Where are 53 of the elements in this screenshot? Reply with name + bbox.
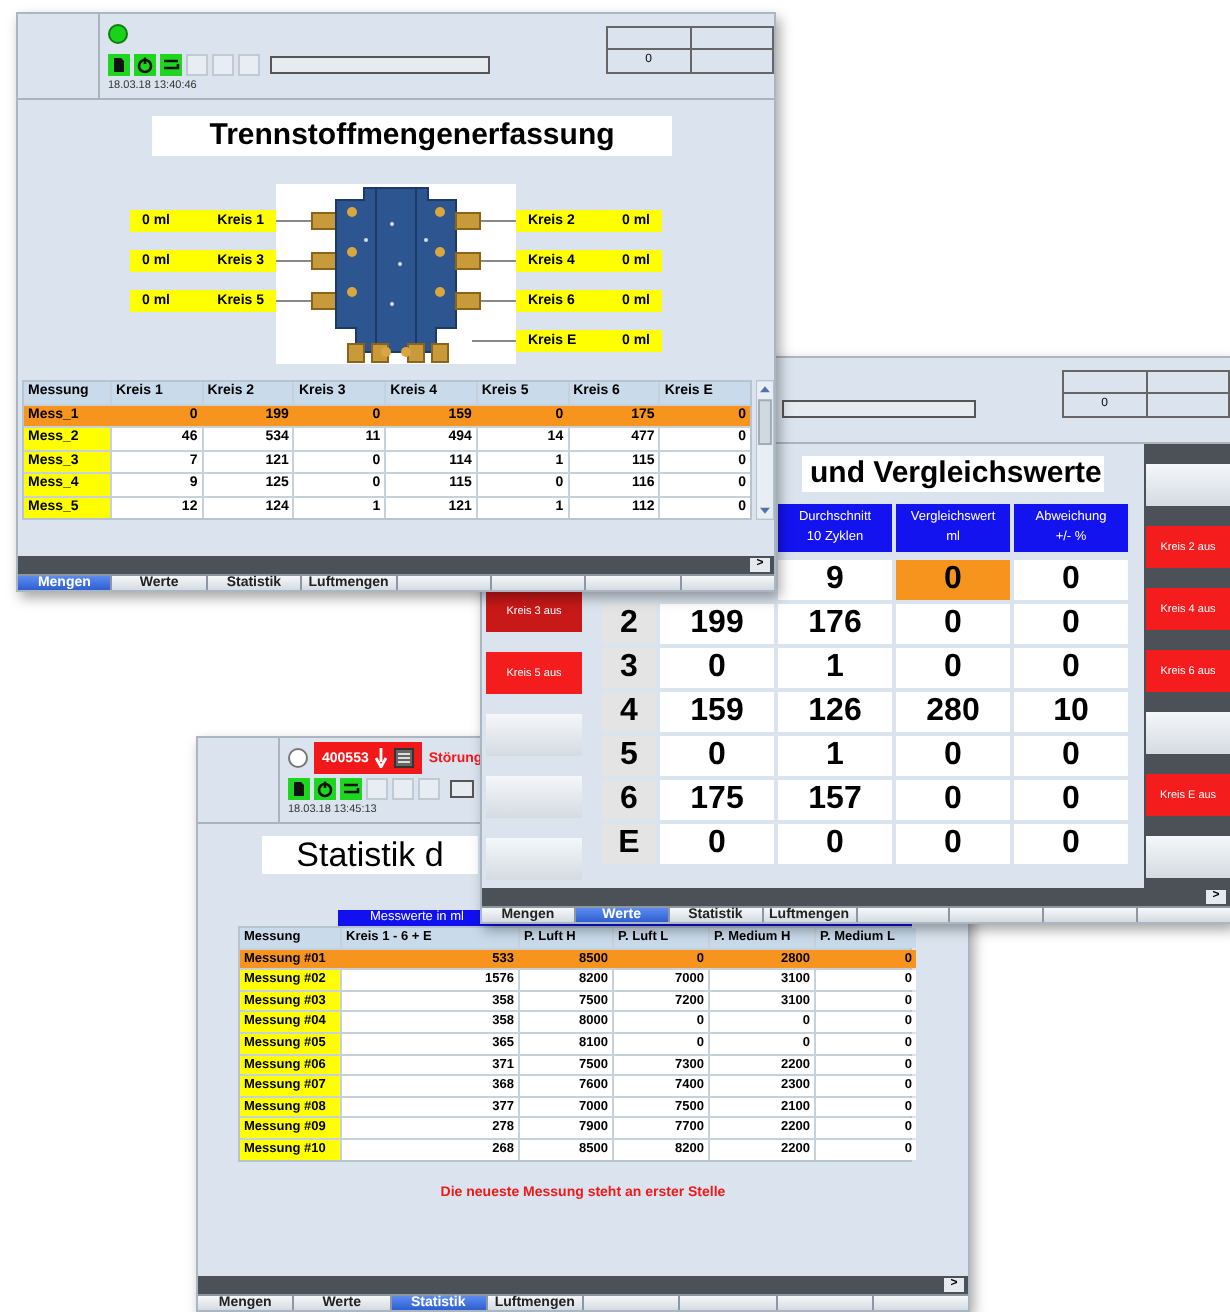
page-title: und Vergleichswerte bbox=[802, 456, 1104, 492]
page-title: Statistik d bbox=[262, 836, 478, 874]
empty-softkey-button[interactable] bbox=[1146, 836, 1230, 878]
empty-softkey-button[interactable] bbox=[1146, 712, 1230, 754]
row-header-cell: E bbox=[602, 824, 656, 864]
page-title: Trennstoffmengenerfassung bbox=[152, 116, 672, 156]
table-cell: 159 bbox=[660, 692, 774, 732]
table-cell: 0 bbox=[896, 648, 1010, 688]
table-cell: 126 bbox=[778, 692, 892, 732]
table-cell: 176 bbox=[778, 604, 892, 644]
row-header-cell: 5 bbox=[602, 736, 656, 776]
row-header-cell: 3 bbox=[602, 648, 656, 688]
status-cell bbox=[1064, 372, 1145, 392]
empty-softkey-button[interactable] bbox=[486, 714, 582, 756]
empty-softkey-button[interactable] bbox=[1146, 464, 1230, 506]
toolbar-slot[interactable] bbox=[392, 777, 414, 799]
table-cell: 9 bbox=[778, 560, 892, 600]
table-cell: 0 bbox=[1014, 824, 1128, 864]
toolbar-slot[interactable] bbox=[238, 53, 260, 75]
table-cell: 0 bbox=[896, 604, 1010, 644]
table-cell: 175 bbox=[660, 780, 774, 820]
table-cell: 0 bbox=[660, 824, 774, 864]
empty-softkey-button[interactable] bbox=[486, 838, 582, 880]
table-cell: 0 bbox=[896, 824, 1010, 864]
empty-softkey-button[interactable] bbox=[486, 776, 582, 818]
table-cell: 0 bbox=[778, 824, 892, 864]
alarm-list-icon bbox=[394, 748, 415, 768]
table-cell: 0 bbox=[1014, 604, 1128, 644]
table-cell: 1 bbox=[778, 648, 892, 688]
toolbar-slot[interactable] bbox=[366, 777, 388, 799]
row-header-cell: 4 bbox=[602, 692, 656, 732]
table-cell: 0 bbox=[1014, 560, 1128, 600]
table-cell: 0 bbox=[896, 780, 1010, 820]
row-header-cell: 2 bbox=[602, 604, 656, 644]
table-cell: 0 bbox=[660, 736, 774, 776]
row-header-cell: 6 bbox=[602, 780, 656, 820]
toolbar-slot[interactable] bbox=[186, 53, 208, 75]
table-cell: 0 bbox=[1014, 648, 1128, 688]
table-cell: 0 bbox=[1014, 780, 1128, 820]
table-cell: 0 bbox=[896, 560, 1010, 600]
toolbar-slot[interactable] bbox=[418, 777, 440, 799]
table-cell: 1 bbox=[778, 736, 892, 776]
status-field bbox=[450, 779, 474, 797]
table-cell: 199 bbox=[660, 604, 774, 644]
table-cell: 0 bbox=[1014, 736, 1128, 776]
table-cell: 10 bbox=[1014, 692, 1128, 732]
down-arrow-icon bbox=[374, 748, 389, 768]
table-cell: 0 bbox=[896, 736, 1010, 776]
table-cell: 280 bbox=[896, 692, 1010, 732]
table-cell: 0 bbox=[660, 648, 774, 688]
table-cell: 157 bbox=[778, 780, 892, 820]
status-cell bbox=[608, 28, 689, 48]
toolbar-slot[interactable] bbox=[212, 53, 234, 75]
